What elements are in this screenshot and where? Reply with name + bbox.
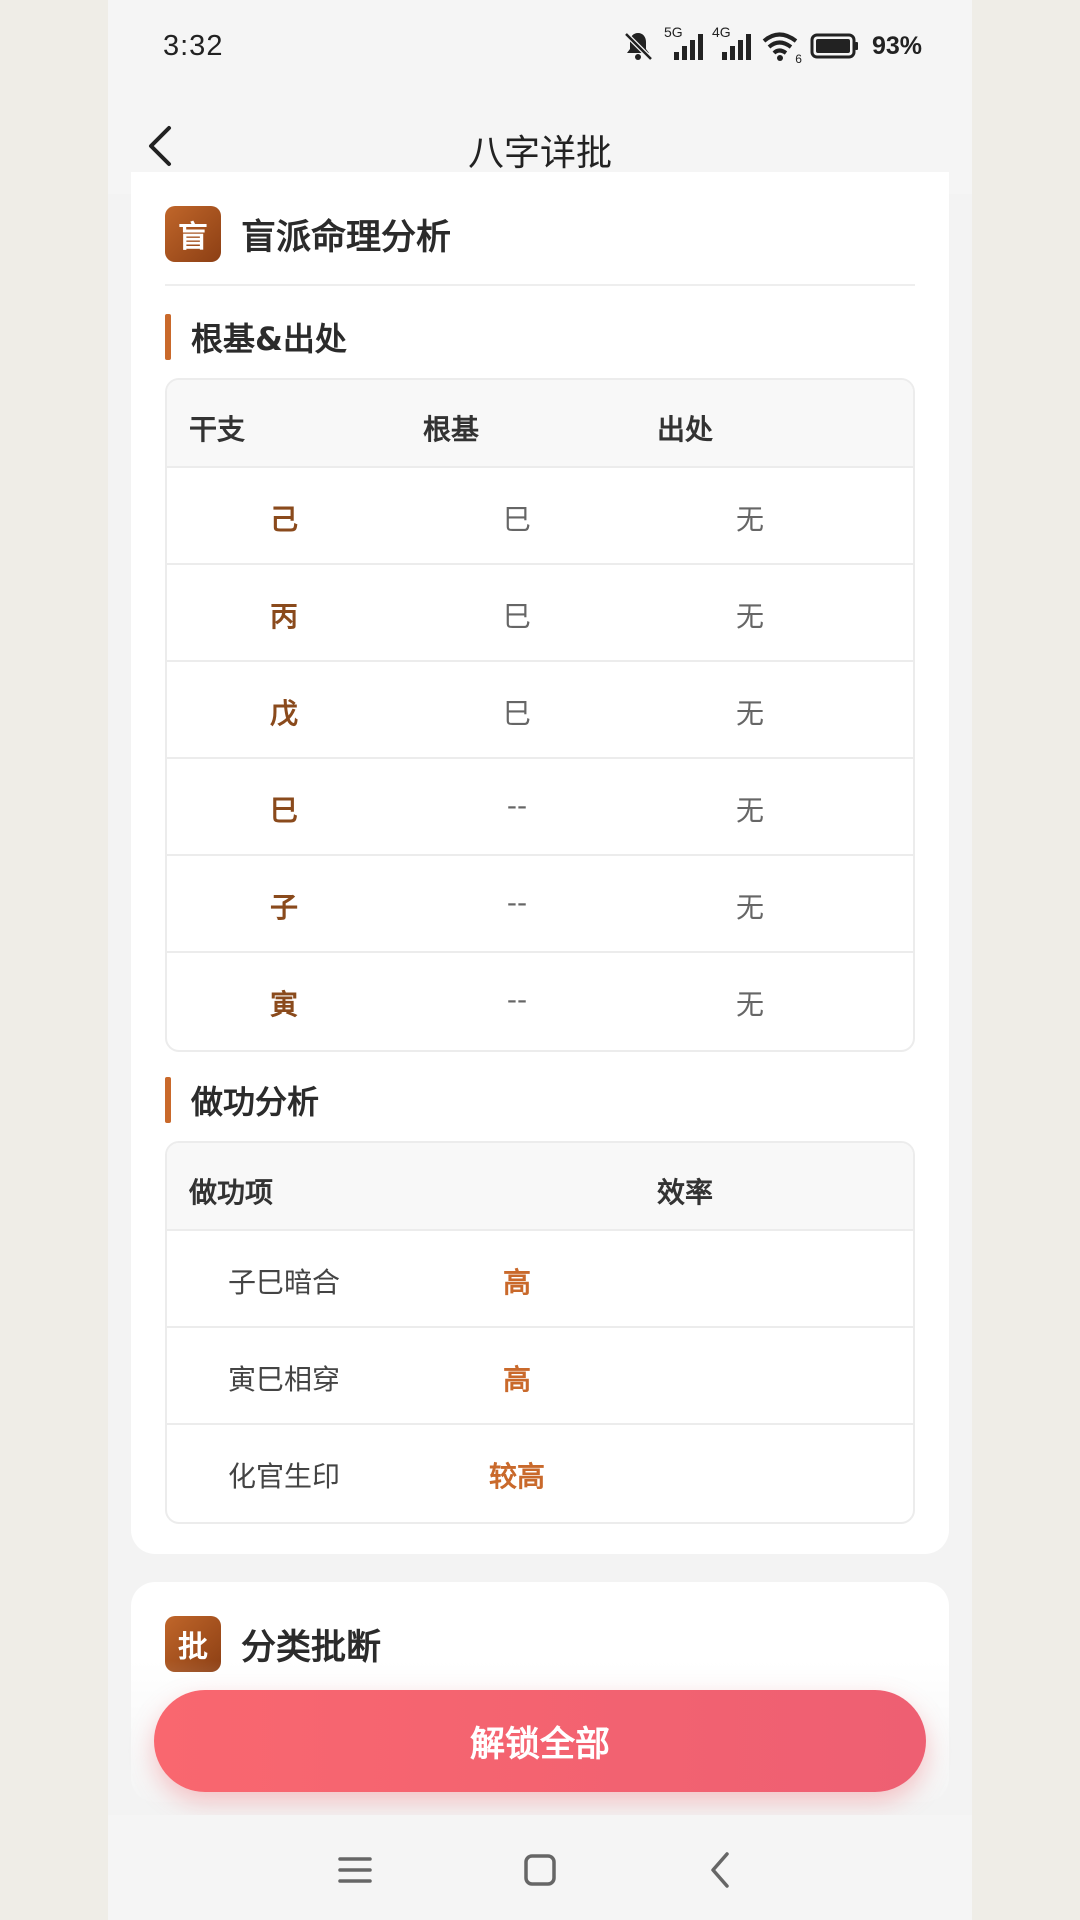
home-button[interactable] [515,1845,565,1895]
table-row: 化官生印 较高 [167,1425,913,1522]
table-header: 做功项 效率 [167,1143,913,1231]
wifi-icon: 6 [760,28,802,66]
wifi-level-label: 6 [795,52,802,66]
efficiency-cell: 高 [502,1266,531,1299]
subsection-title: 根基&出处 [191,320,347,358]
source-cell: 无 [735,600,764,633]
menu-icon [338,1857,372,1883]
column-header: 干支 [189,413,246,446]
ganzhi-cell: 寅 [269,988,298,1021]
efficiency-cell: 高 [502,1363,531,1396]
root-cell: -- [506,983,528,1016]
status-icons: 5G 4G 6 93% [620,24,922,66]
source-cell: 无 [735,891,764,924]
root-cell: 巳 [502,600,531,633]
page-title: 八字详批 [467,133,612,174]
source-cell: 无 [735,794,764,827]
column-header: 根基 [423,413,480,446]
battery-icon [810,32,860,60]
accent-bar [165,1077,171,1123]
column-header: 做功项 [189,1176,274,1209]
root-cell: -- [506,886,528,919]
column-header: 出处 [657,413,714,446]
subsection-header-work: 做功分析 [165,1077,319,1123]
home-square-icon [524,1854,556,1886]
section-badge-icon: 盲 [165,206,221,262]
system-back-button[interactable] [695,1845,745,1895]
table-row: 子巳暗合 高 [167,1231,913,1328]
work-item-cell: 子巳暗合 [227,1266,340,1299]
signal-5g-icon: 5G [664,24,704,64]
back-triangle-icon [711,1852,729,1888]
source-cell: 无 [735,697,764,730]
root-cell: 巳 [502,503,531,536]
signal-4g-icon: 4G [712,24,752,64]
column-header: 效率 [657,1176,714,1209]
source-cell: 无 [735,503,764,536]
subsection-header-roots: 根基&出处 [165,314,347,360]
efficiency-cell: 较高 [488,1460,545,1493]
table-row: 寅巳相穿 高 [167,1328,913,1425]
ganzhi-cell: 子 [269,891,298,924]
phone-screen: 3:32 5G 4G 6 93% 八字详批 盲 盲派命理分析 根基&出处 干支 … [108,0,972,1920]
ganzhi-cell: 戊 [269,697,298,730]
work-item-cell: 寅巳相穿 [227,1363,340,1396]
ganzhi-cell: 巳 [269,794,298,827]
section-title: 盲派命理分析 [241,217,452,258]
status-bar: 3:32 5G 4G 6 93% [108,0,972,96]
status-time: 3:32 [163,30,224,62]
blind-school-analysis-card: 盲 盲派命理分析 根基&出处 干支 根基 出处 己 巳 无 丙 巳 无 戊 巳 … [131,172,949,1554]
work-item-cell: 化官生印 [227,1460,340,1493]
table-row: 丙 巳 无 [167,565,913,662]
accent-bar [165,314,171,360]
table-row: 巳 -- 无 [167,759,913,856]
roots-table: 干支 根基 出处 己 巳 无 丙 巳 无 戊 巳 无 巳 -- 无 子 -- 无… [165,378,915,1052]
table-row: 己 巳 无 [167,468,913,565]
root-cell: 巳 [502,697,531,730]
menu-button[interactable] [330,1845,380,1895]
ganzhi-cell: 丙 [269,600,298,633]
signal-5g-label: 5G [663,24,683,40]
signal-4g-label: 4G [711,24,731,40]
table-row: 寅 -- 无 [167,953,913,1050]
battery-percent: 93% [871,31,922,60]
work-analysis-table: 做功项 效率 子巳暗合 高 寅巳相穿 高 化官生印 较高 [165,1141,915,1524]
mute-bell-icon [620,28,656,64]
table-row: 子 -- 无 [167,856,913,953]
table-row: 戊 巳 无 [167,662,913,759]
root-cell: -- [506,789,528,822]
subsection-title: 做功分析 [191,1083,320,1121]
divider [165,284,915,286]
table-header: 干支 根基 出处 [167,380,913,468]
system-navigation-bar [108,1815,972,1920]
ganzhi-cell: 己 [269,503,298,536]
source-cell: 无 [735,988,764,1021]
section-header: 盲 盲派命理分析 [165,206,451,262]
unlock-all-button[interactable]: 解锁全部 [154,1690,926,1792]
